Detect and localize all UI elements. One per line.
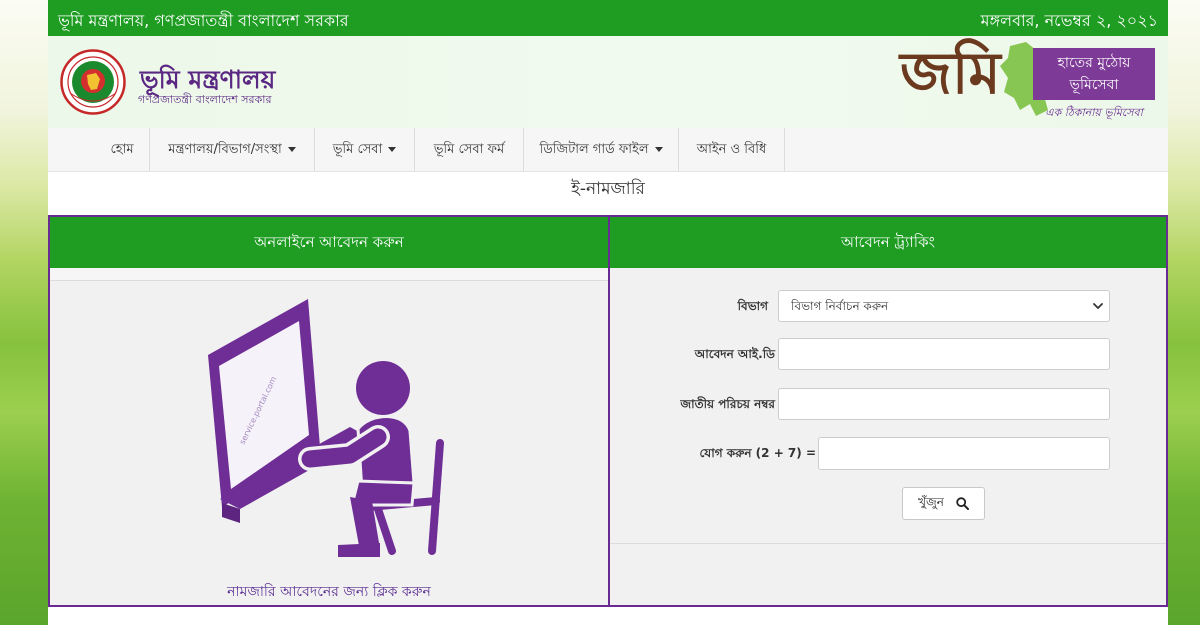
apply-panel-heading: অনলাইনে আবেদন করুন xyxy=(50,217,608,268)
division-select[interactable]: বিভাগ নির্বাচন করুন xyxy=(778,290,1110,322)
page-title: ই-নামজারি xyxy=(571,179,645,199)
chevron-down-icon xyxy=(1093,303,1103,309)
caret-down-icon xyxy=(287,147,296,152)
nav-item-label: ডিজিটাল গার্ড ফাইল xyxy=(539,142,649,157)
jomi-logo[interactable]: জমি xyxy=(900,44,1001,102)
nav-item-label: হোম xyxy=(110,142,134,157)
nav-item-label: আইন ও বিধি xyxy=(696,142,767,157)
captcha-input[interactable] xyxy=(818,437,1110,470)
top-bar: ভূমি মন্ত্রণালয়, গণপ্রজাতন্ত্রী বাংলাদে… xyxy=(48,0,1168,36)
person-figure xyxy=(298,361,416,557)
nav-list: হোম মন্ত্রণালয়/বিভাগ/সংস্থা ভূমি সেবা ভ… xyxy=(95,128,785,171)
captcha-label: যোগ করুন (2 + 7) = xyxy=(699,446,816,460)
government-seal-icon[interactable] xyxy=(60,49,126,115)
person-head xyxy=(356,361,410,415)
current-date: মঙ্গলবার, নভেম্বর ২, ২০২১ xyxy=(980,11,1158,30)
apply-panel: অনলাইনে আবেদন করুন service.portal.com না… xyxy=(50,217,610,605)
form-divider xyxy=(610,543,1166,544)
tracking-form: বিভাগ বিভাগ নির্বাচন করুন আবেদন আই.ডি জা… xyxy=(610,268,1166,605)
nav-item-service-form[interactable]: ভূমি সেবা ফর্ম xyxy=(415,128,524,171)
tracking-panel-heading: আবেদন ট্র্যাকিং xyxy=(610,217,1166,268)
tagline-box: হাতের মুঠোয় ভূমিসেবা xyxy=(1033,48,1155,100)
site-subtitle: গণপ্রজাতন্ত্রী বাংলাদেশ সরকার xyxy=(138,93,272,106)
search-icon xyxy=(956,497,969,510)
division-label: বিভাগ xyxy=(737,299,768,313)
panels: অনলাইনে আবেদন করুন service.portal.com না… xyxy=(48,215,1168,607)
site-header: ভূমি মন্ত্রণালয় গণপ্রজাতন্ত্রী বাংলাদেশ… xyxy=(48,36,1168,128)
apply-link[interactable]: নামজারি আবেদনের জন্য ক্লিক করুন xyxy=(50,580,608,604)
tracking-panel: আবেদন ট্র্যাকিং বিভাগ বিভাগ নির্বাচন করু… xyxy=(610,217,1166,605)
nav-item-label: মন্ত্রণালয়/বিভাগ/সংস্থা xyxy=(168,142,282,157)
search-button-label: খুঁজুন xyxy=(918,494,944,509)
nav-item-digital-guard-file[interactable]: ডিজিটাল গার্ড ফাইল xyxy=(524,128,679,171)
nav-item-land-service[interactable]: ভূমি সেবা xyxy=(315,128,415,171)
caret-down-icon xyxy=(388,147,397,152)
brand-slogan: এক ঠিকানায় ভূমিসেবা xyxy=(1045,106,1143,119)
nid-input[interactable] xyxy=(778,388,1110,420)
nav-item-ministry[interactable]: মন্ত্রণালয়/বিভাগ/সংস্থা xyxy=(150,128,315,171)
application-id-label: আবেদন আই.ডি xyxy=(694,347,775,361)
nav-item-label: ভূমি সেবা ফর্ম xyxy=(433,142,505,157)
person-foot xyxy=(338,543,380,557)
tagline-line-2: ভূমিসেবা xyxy=(1069,77,1119,93)
apply-panel-body: service.portal.com নামজারি আবেদনের জন্য … xyxy=(50,268,608,605)
nav-item-label: ভূমি সেবা xyxy=(332,142,383,157)
caret-down-icon xyxy=(654,147,663,152)
nav-item-home[interactable]: হোম xyxy=(95,128,150,171)
main-nav: হোম মন্ত্রণালয়/বিভাগ/সংস্থা ভূমি সেবা ভ… xyxy=(48,128,1168,172)
page-container: ভূমি মন্ত্রণালয়, গণপ্রজাতন্ত্রী বাংলাদে… xyxy=(48,0,1168,625)
panel-divider xyxy=(50,268,608,281)
ministry-line: ভূমি মন্ত্রণালয়, গণপ্রজাতন্ত্রী বাংলাদে… xyxy=(58,11,349,30)
tagline-line-1: হাতের মুঠোয় xyxy=(1057,55,1131,71)
application-id-input[interactable] xyxy=(778,338,1110,370)
nav-item-law-rules[interactable]: আইন ও বিধি xyxy=(679,128,785,171)
search-button[interactable]: খুঁজুন xyxy=(902,487,985,520)
nid-label: জাতীয় পরিচয় নম্বর xyxy=(680,397,775,411)
person-at-computer-icon[interactable]: service.portal.com xyxy=(200,295,450,560)
